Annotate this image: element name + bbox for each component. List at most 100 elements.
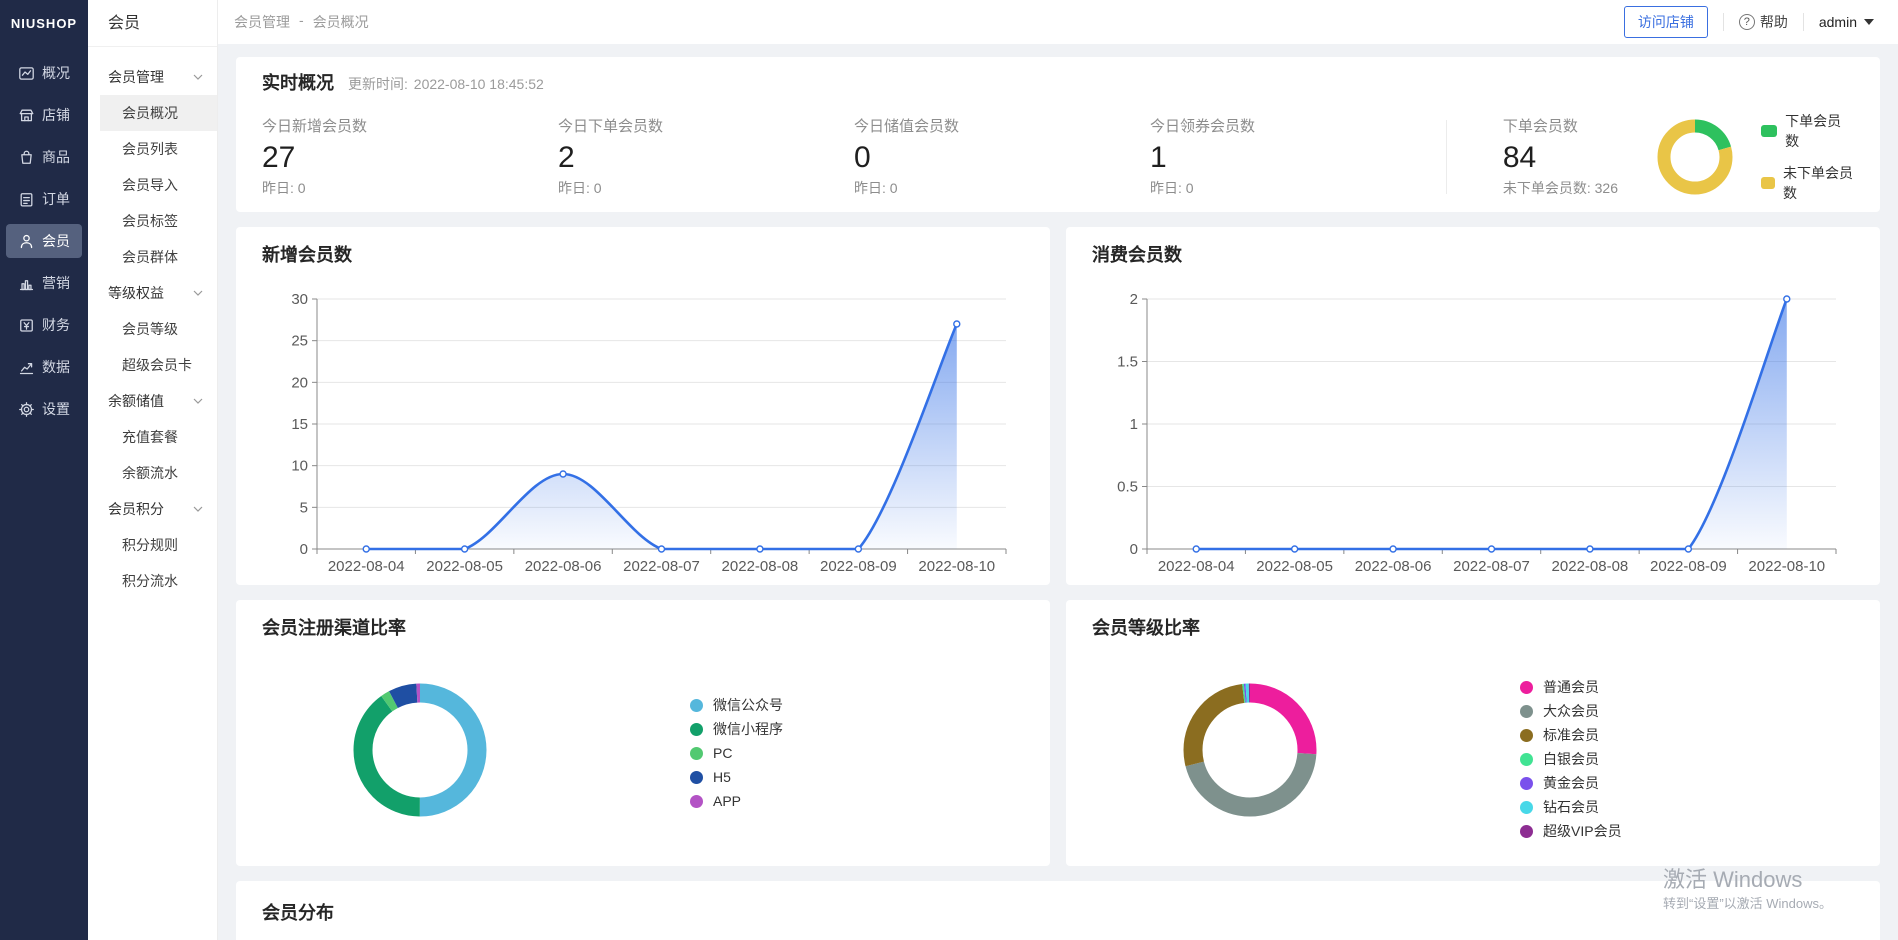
nav-item-super-member-card[interactable]: 超级会员卡: [88, 347, 217, 383]
sidebar-item-marketing[interactable]: 营销: [6, 266, 82, 300]
chart-title: 会员等级比率: [1092, 616, 1854, 640]
nav-group-member-points[interactable]: 会员积分: [88, 491, 217, 527]
legend-marker: [1520, 705, 1533, 718]
legend-item[interactable]: H5: [690, 768, 783, 786]
nav-item-member-import[interactable]: 会员导入: [88, 167, 217, 203]
legend-item[interactable]: 钻石会员: [1520, 798, 1622, 816]
legend-marker: [690, 699, 703, 712]
realtime-update-time: 更新时间: 2022-08-10 18:45:52: [348, 74, 546, 94]
nav-item-member-tags[interactable]: 会员标签: [88, 203, 217, 239]
legend-item[interactable]: 普通会员: [1520, 678, 1622, 696]
svg-text:2022-08-09: 2022-08-09: [820, 558, 897, 575]
sidebar-item-members[interactable]: 会员: [6, 224, 82, 258]
pie-charts-row: 会员注册渠道比率 微信公众号微信小程序PCH5APP 会员等级比率 普通会员大众…: [236, 600, 1880, 866]
breadcrumb-parent[interactable]: 会员管理: [234, 12, 290, 32]
legend-item[interactable]: PC: [690, 744, 783, 762]
legend-label: 未下单会员数: [1783, 163, 1854, 203]
sidebar-item-finance[interactable]: 财务: [6, 308, 82, 342]
sidebar-item-label: 数据: [42, 357, 70, 377]
nav-item-member-groups[interactable]: 会员群体: [88, 239, 217, 275]
realtime-overview-card: 实时概况 更新时间: 2022-08-10 18:45:52 今日新增会员数27…: [236, 57, 1880, 212]
stat-value: 0: [854, 141, 1150, 175]
nav-group-member-manage[interactable]: 会员管理: [88, 59, 217, 95]
help-label: 帮助: [1760, 12, 1788, 32]
topbar: 会员管理 - 会员概况 访问店铺 ? 帮助 admin: [218, 0, 1898, 44]
line-charts-row: 新增会员数 0510152025302022-08-042022-08-0520…: [236, 227, 1880, 585]
help-menu[interactable]: ? 帮助: [1739, 12, 1788, 32]
nav-item-points-flow[interactable]: 积分流水: [88, 563, 217, 599]
sidebar-item-orders[interactable]: 订单: [6, 182, 82, 216]
today-stat: 今日储值会员数0昨日: 0: [854, 118, 1150, 196]
divider: [1723, 13, 1724, 31]
nav-group-balance-store[interactable]: 余额储值: [88, 383, 217, 419]
sidebar-item-label: 设置: [42, 399, 70, 419]
svg-text:0: 0: [300, 541, 308, 558]
nav-item-member-level[interactable]: 会员等级: [88, 311, 217, 347]
svg-text:2022-08-08: 2022-08-08: [722, 558, 799, 575]
sidebar-item-label: 店铺: [42, 105, 70, 125]
legend-item[interactable]: 微信公众号: [690, 696, 783, 714]
legend-label: H5: [713, 769, 731, 785]
nav-item-recharge-package[interactable]: 充值套餐: [88, 419, 217, 455]
svg-text:2022-08-07: 2022-08-07: [1453, 558, 1530, 575]
nav-group-label: 余额储值: [108, 391, 164, 411]
legend-item[interactable]: 白银会员: [1520, 750, 1622, 768]
sidebar-item-label: 财务: [42, 315, 70, 335]
visit-shop-button[interactable]: 访问店铺: [1624, 6, 1708, 38]
legend-marker: [1520, 801, 1533, 814]
legend-item[interactable]: 未下单会员数: [1761, 163, 1854, 203]
breadcrumb: 会员管理 - 会员概况: [234, 12, 369, 32]
nav-group-level-rights[interactable]: 等级权益: [88, 275, 217, 311]
legend-marker: [690, 771, 703, 784]
legend-label: 下单会员数: [1785, 111, 1854, 151]
stat-sub: 昨日: 0: [854, 180, 1150, 196]
nav-item-balance-flow[interactable]: 余额流水: [88, 455, 217, 491]
stat-label: 今日新增会员数: [262, 118, 558, 136]
order-ratio-legend: 下单会员数未下单会员数: [1761, 111, 1854, 203]
svg-text:2022-08-04: 2022-08-04: [328, 558, 405, 575]
legend-item[interactable]: 下单会员数: [1761, 111, 1854, 151]
svg-text:2022-08-05: 2022-08-05: [1256, 558, 1333, 575]
user-dropdown[interactable]: admin: [1819, 14, 1874, 30]
legend-item[interactable]: 黄金会员: [1520, 774, 1622, 792]
svg-text:2: 2: [1130, 291, 1138, 308]
legend-item[interactable]: 大众会员: [1520, 702, 1622, 720]
legend-label: 标准会员: [1543, 725, 1599, 745]
nav-group-label: 等级权益: [108, 283, 164, 303]
nav-item-member-overview[interactable]: 会员概况: [100, 95, 217, 131]
svg-text:0: 0: [1130, 541, 1138, 558]
primary-sidebar: NIUSHOP 概况店铺商品订单会员营销财务数据设置: [0, 0, 88, 940]
legend-item[interactable]: 微信小程序: [690, 720, 783, 738]
svg-text:2022-08-06: 2022-08-06: [525, 558, 602, 575]
sidebar-item-goods[interactable]: 商品: [6, 140, 82, 174]
chart-title: 消费会员数: [1092, 243, 1854, 267]
sidebar-item-shop[interactable]: 店铺: [6, 98, 82, 132]
stat-sub: 昨日: 0: [1150, 180, 1446, 196]
chevron-down-icon: [193, 290, 203, 296]
legend-marker: [1761, 177, 1775, 189]
stat-value: 84: [1503, 141, 1632, 175]
legend-marker: [1761, 125, 1777, 137]
nav-item-member-list[interactable]: 会员列表: [88, 131, 217, 167]
divider: [1446, 120, 1447, 194]
sidebar-item-overview[interactable]: 概况: [6, 56, 82, 90]
register-channel-donut-chart: [262, 648, 592, 858]
sidebar-item-data[interactable]: 数据: [6, 350, 82, 384]
update-time-value: 2022-08-10 18:45:52: [414, 76, 544, 92]
legend-item[interactable]: 标准会员: [1520, 726, 1622, 744]
legend-label: 钻石会员: [1543, 797, 1599, 817]
svg-text:1: 1: [1130, 416, 1138, 433]
nav-group-label: 会员积分: [108, 499, 164, 519]
legend-item[interactable]: APP: [690, 792, 783, 810]
legend-item[interactable]: 超级VIP会员: [1520, 822, 1622, 840]
secondary-sidebar: 会员 会员管理会员概况会员列表会员导入会员标签会员群体等级权益会员等级超级会员卡…: [88, 0, 218, 940]
legend-label: 微信小程序: [713, 719, 783, 739]
goods-icon: [18, 149, 35, 166]
breadcrumb-current[interactable]: 会员概况: [313, 12, 369, 32]
today-stat: 今日下单会员数2昨日: 0: [558, 118, 854, 196]
nav-item-points-rules[interactable]: 积分规则: [88, 527, 217, 563]
svg-text:2022-08-04: 2022-08-04: [1158, 558, 1235, 575]
sidebar-item-label: 商品: [42, 147, 70, 167]
legend-label: 黄金会员: [1543, 773, 1599, 793]
sidebar-item-settings[interactable]: 设置: [6, 392, 82, 426]
